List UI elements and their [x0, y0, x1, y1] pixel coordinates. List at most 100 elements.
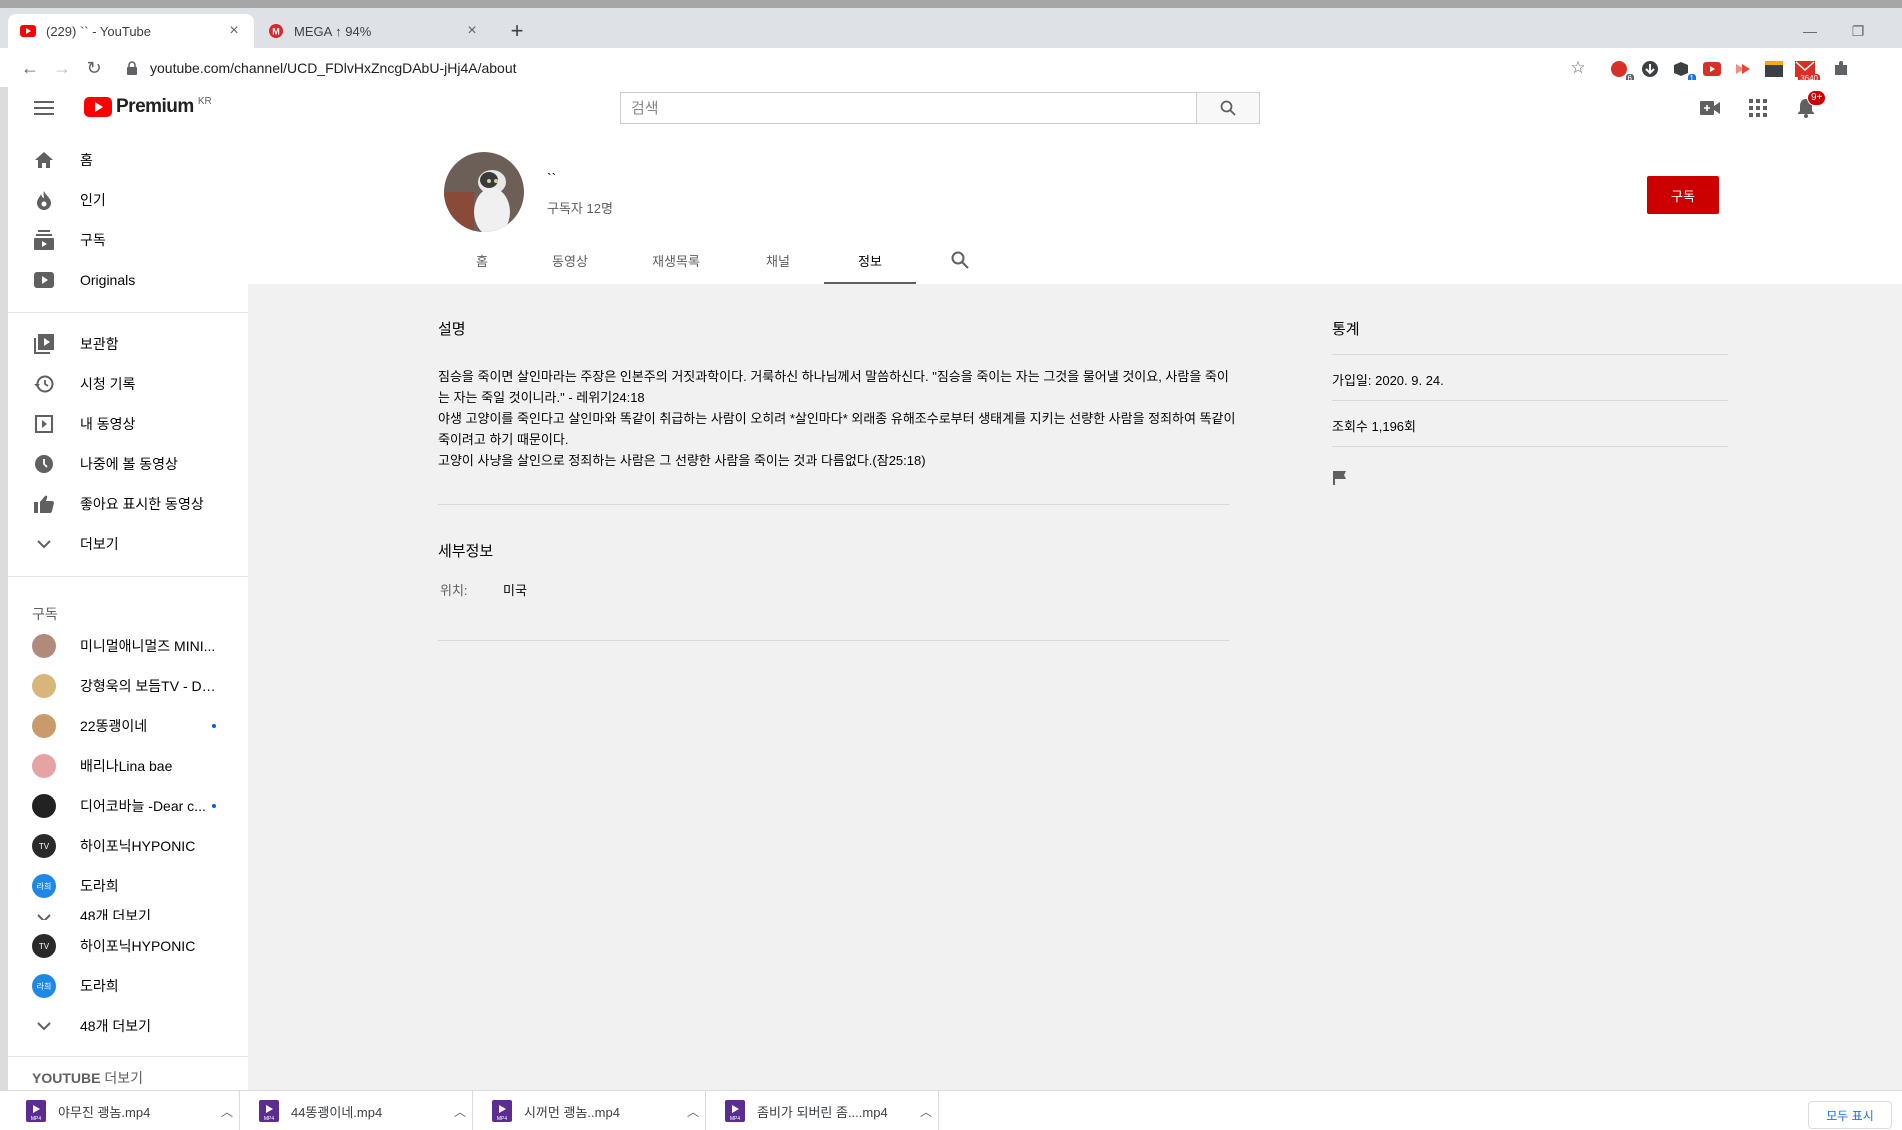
- download-item[interactable]: MP4 44똥괭이네.mp4 ︿: [241, 1091, 473, 1130]
- sidebar-item-my-videos[interactable]: 내 동영상: [8, 404, 248, 444]
- restore-button[interactable]: ❐: [1830, 16, 1886, 46]
- tab-home[interactable]: 홈: [444, 236, 520, 284]
- search-icon: [1220, 100, 1236, 116]
- chevron-up-icon[interactable]: ︿: [681, 1103, 705, 1120]
- download-item[interactable]: MP4 야무진 괭놈.mp4 ︿: [8, 1091, 240, 1130]
- sidebar-item-subscriptions[interactable]: 구독: [8, 220, 248, 260]
- sidebar-item-label: 내 동영상: [80, 416, 136, 432]
- sidebar-item-label: 좋아요 표시한 동영상: [80, 496, 204, 512]
- channel-avatar: [32, 714, 56, 738]
- extension-download-icon[interactable]: [1639, 58, 1661, 80]
- sidebar-item-history[interactable]: 시청 기록: [8, 364, 248, 404]
- create-video-icon[interactable]: [1698, 96, 1722, 120]
- logo-text: Premium: [116, 96, 194, 117]
- masthead: Premium KR 9+: [8, 80, 1902, 136]
- tab-videos[interactable]: 동영상: [520, 236, 620, 284]
- chevron-up-icon[interactable]: ︿: [215, 1103, 239, 1120]
- subscription-item[interactable]: 배리나Lina bae: [8, 746, 248, 786]
- sidebar-more-partial[interactable]: 48개 더보기: [8, 902, 248, 920]
- chevron-up-icon[interactable]: ︿: [914, 1103, 938, 1120]
- forward-button[interactable]: →: [50, 56, 74, 80]
- divider: [1332, 446, 1728, 447]
- sidebar-item-trending[interactable]: 인기: [8, 180, 248, 220]
- video-file-icon: MP4: [26, 1100, 46, 1122]
- stats-title: 통계: [1332, 321, 1360, 338]
- sidebar-item-liked-videos[interactable]: 좋아요 표시한 동영상: [8, 484, 248, 524]
- sidebar-item-label: 더보기: [80, 536, 119, 552]
- search-bar: [620, 92, 1260, 124]
- channel-avatar: [32, 754, 56, 778]
- chevron-down-icon: [32, 906, 56, 920]
- subscription-label: 미니멀애니멀즈 MINI...: [80, 638, 216, 654]
- sidebar-item-originals[interactable]: Originals: [8, 260, 248, 300]
- youtube-more-heading: YOUTUBE 더보기: [32, 1068, 143, 1088]
- youtube-more-rest: 더보기: [104, 1070, 143, 1086]
- tab-channels[interactable]: 채널: [732, 236, 824, 284]
- youtube-logo[interactable]: Premium KR: [84, 96, 212, 118]
- sidebar-item-label: 구독: [80, 232, 106, 248]
- sidebar-divider: [8, 576, 248, 577]
- bookmark-star-icon[interactable]: ☆: [1566, 56, 1590, 80]
- sidebar-divider: [8, 312, 248, 313]
- extension-clapper-icon[interactable]: [1763, 58, 1785, 80]
- tab-close-icon[interactable]: ×: [226, 23, 242, 39]
- download-item[interactable]: MP4 시꺼먼 괭놈..mp4 ︿: [474, 1091, 706, 1130]
- search-input[interactable]: [620, 92, 1196, 124]
- back-button[interactable]: ←: [18, 56, 42, 80]
- channel-avatar-large[interactable]: [444, 152, 524, 232]
- subscription-item[interactable]: TV 하이포닉HYPONIC: [8, 926, 248, 966]
- extensions-puzzle-icon[interactable]: [1830, 58, 1852, 80]
- tab-mega[interactable]: M MEGA ↑ 94% ×: [256, 14, 492, 48]
- address-bar[interactable]: youtube.com/channel/UCD_FDlvHxZncgDAbU-j…: [116, 54, 1576, 82]
- tab-title: MEGA ↑ 94%: [294, 23, 372, 39]
- search-button[interactable]: [1196, 92, 1260, 124]
- apps-grid-icon[interactable]: [1746, 96, 1770, 120]
- sidebar-item-label: 48개 더보기: [80, 1018, 151, 1034]
- subscription-item[interactable]: 22똥괭이네: [8, 706, 248, 746]
- video-file-icon: MP4: [259, 1100, 279, 1122]
- extension-adblock-icon[interactable]: 6: [1608, 58, 1634, 84]
- subscription-item[interactable]: 라희 도라희: [8, 966, 248, 1006]
- report-flag-icon[interactable]: [1332, 470, 1348, 489]
- tab-playlists[interactable]: 재생목록: [620, 236, 732, 284]
- tab-close-icon[interactable]: ×: [464, 23, 480, 39]
- url-text: youtube.com/channel/UCD_FDlvHxZncgDAbU-j…: [150, 60, 517, 76]
- tab-title: (229) `` - YouTube: [46, 23, 152, 39]
- reload-button[interactable]: ↻: [82, 56, 106, 80]
- extension-video-icon[interactable]: [1701, 58, 1723, 80]
- history-icon: [32, 372, 56, 396]
- notifications-bell-icon[interactable]: 9+: [1794, 90, 1827, 120]
- sidebar-show-more-subscriptions[interactable]: 48개 더보기: [8, 1006, 248, 1046]
- chevron-up-icon[interactable]: ︿: [448, 1103, 472, 1120]
- subscription-item[interactable]: 미니멀애니멀즈 MINI...: [8, 626, 248, 666]
- sidebar-item-library[interactable]: 보관함: [8, 324, 248, 364]
- menu-icon[interactable]: [34, 98, 54, 118]
- extension-mail-icon[interactable]: 3640: [1794, 58, 1820, 84]
- view-count: 조회수 1,196회: [1332, 419, 1416, 434]
- sidebar-item-label: 48개 더보기: [80, 908, 151, 920]
- subscribe-button[interactable]: 구독: [1647, 176, 1719, 214]
- show-all-downloads-button[interactable]: 모두 표시: [1808, 1101, 1892, 1129]
- channel-avatar: [32, 674, 56, 698]
- subscription-item[interactable]: 라희 도라희: [8, 866, 248, 906]
- channel-avatar: 라희: [32, 974, 56, 998]
- download-item[interactable]: MP4 좀비가 되버린 좀....mp4 ︿: [707, 1091, 939, 1130]
- subscription-item[interactable]: 디어코바늘 -Dear c...: [8, 786, 248, 826]
- channel-tabs: 홈 동영상 재생목록 채널 정보: [444, 236, 1004, 284]
- location-value: 미국: [503, 583, 527, 598]
- sidebar-item-home[interactable]: 홈: [8, 140, 248, 180]
- subscription-item[interactable]: 강형욱의 보듬TV - Do...: [8, 666, 248, 706]
- search-icon: [951, 251, 969, 269]
- new-tab-button[interactable]: +: [505, 20, 529, 44]
- about-section: 설명 짐승을 죽이면 살인마라는 주장은 인본주의 거짓과학이다. 거룩하신 하…: [248, 284, 1902, 1090]
- youtube-page: Premium KR 9+ 홈 인기: [8, 80, 1902, 1090]
- notification-badge: 9+: [1807, 90, 1827, 106]
- subscription-item[interactable]: TV 하이포닉HYPONIC: [8, 826, 248, 866]
- tab-youtube[interactable]: (229) `` - YouTube ×: [8, 14, 254, 48]
- extension-arrow-icon[interactable]: [1732, 58, 1754, 80]
- extension-box-icon[interactable]: 1: [1670, 58, 1696, 84]
- sidebar-item-watch-later[interactable]: 나중에 볼 동영상: [8, 444, 248, 484]
- channel-search-button[interactable]: [916, 236, 1004, 284]
- sidebar-show-more[interactable]: 더보기: [8, 524, 248, 564]
- tab-about[interactable]: 정보: [824, 236, 916, 284]
